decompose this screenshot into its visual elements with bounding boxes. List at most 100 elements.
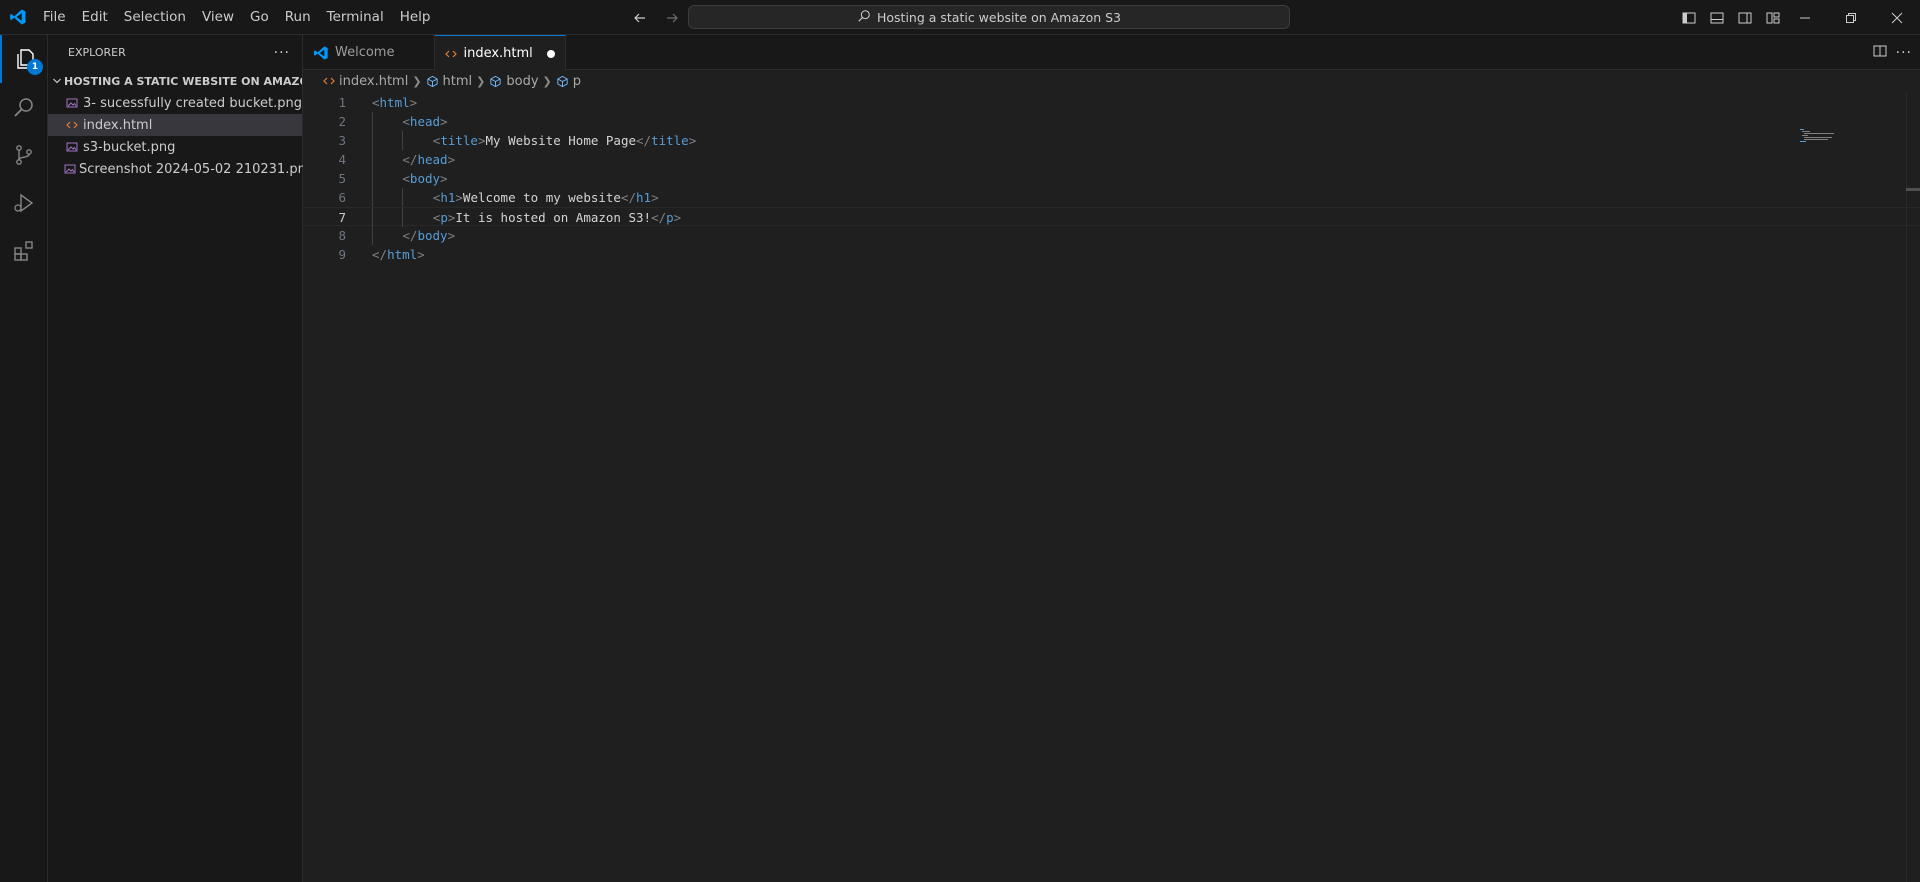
menu-view[interactable]: View [194, 0, 242, 35]
breadcrumb-item[interactable]: html [426, 74, 472, 89]
file-item-index-html[interactable]: index.html [48, 114, 302, 136]
code-editor[interactable]: 1 <html> 2 <head> 3 <title>My Website Home Pa… [303, 93, 1920, 264]
tag-name: head [409, 114, 441, 129]
file-item-screenshot[interactable]: Screenshot 2024-05-02 210231.png [48, 158, 314, 180]
close-icon[interactable] [1874, 0, 1920, 35]
code-line[interactable]: 7 <p>It is hosted on Amazon S3!</p> [303, 207, 1920, 227]
tag-name: body [417, 228, 448, 243]
tag-name: p [440, 210, 448, 225]
line-content: </head> [402, 150, 455, 169]
source-control-icon[interactable] [0, 131, 48, 179]
chevron-down-icon [52, 76, 62, 86]
extensions-icon[interactable] [0, 227, 48, 275]
file-name: index.html [83, 117, 153, 133]
menu-go[interactable]: Go [242, 0, 277, 35]
command-center[interactable]: Hosting a static website on Amazon S3 [688, 5, 1290, 29]
menu-run[interactable]: Run [277, 0, 319, 35]
indent-guide [372, 169, 373, 188]
toggle-primary-sidebar-icon[interactable] [1676, 5, 1702, 31]
vscode-logo-icon [0, 0, 35, 35]
line-content: <h1>Welcome to my website</h1> [433, 188, 659, 207]
symbol-element-icon [490, 75, 501, 87]
breadcrumb-item[interactable]: p [556, 74, 581, 89]
code-line[interactable]: 2 <head> [303, 112, 1920, 131]
code-line[interactable]: 8 </body> [303, 226, 1920, 245]
forward-arrow-icon[interactable] [660, 6, 684, 30]
tag-name: p [666, 210, 674, 225]
breadcrumb-item[interactable]: index.html [323, 74, 408, 89]
minimize-icon[interactable] [1782, 0, 1828, 35]
tag-punctuation: > [673, 210, 682, 225]
restore-icon[interactable] [1828, 0, 1874, 35]
image-file-icon [64, 139, 80, 155]
tab-index-html[interactable]: index.html [435, 35, 566, 71]
chevron-right-icon: ❯ [542, 74, 552, 88]
command-center-text: Hosting a static website on Amazon S3 [876, 9, 1121, 25]
tab-welcome[interactable]: Welcome [303, 35, 436, 70]
tag-name: html [387, 247, 418, 262]
menu-edit[interactable]: Edit [74, 0, 116, 35]
line-number: 8 [338, 228, 346, 243]
minimap[interactable] [1800, 127, 1840, 147]
toggle-secondary-sidebar-icon[interactable] [1732, 5, 1758, 31]
explorer-badge: 1 [27, 59, 43, 75]
tag-name: h1 [440, 190, 456, 205]
explorer-sidebar: EXPLORER ··· HOSTING A STATIC WEBSITE ON… [48, 35, 314, 882]
file-item-bucket-created[interactable]: 3- sucessfully created bucket.png [48, 92, 302, 114]
line-number: 7 [338, 210, 346, 225]
indent-guide [372, 150, 373, 169]
menu-file[interactable]: File [35, 0, 74, 35]
file-name: Screenshot 2024-05-02 210231.png [79, 161, 315, 177]
breadcrumb-item[interactable]: body [489, 73, 539, 89]
more-actions-icon[interactable]: ··· [1896, 45, 1912, 61]
explorer-icon[interactable]: 1 [0, 35, 48, 83]
indent-guide [372, 112, 373, 131]
vertical-scrollbar[interactable] [1906, 93, 1920, 882]
title-bar: File Edit Selection View Go Run Terminal… [0, 0, 1920, 35]
vscode-icon [313, 45, 329, 61]
breadcrumb-label: index.html [339, 73, 409, 89]
indent-guide [402, 188, 404, 207]
run-debug-icon[interactable] [0, 179, 48, 227]
navigation-arrows [628, 0, 684, 35]
code-line[interactable]: 4 </head> [303, 150, 1920, 169]
indent-guide [402, 131, 404, 150]
tab-label: index.html [463, 46, 533, 61]
unsaved-dot-icon[interactable] [546, 49, 555, 58]
code-line[interactable]: 1 <html> [303, 93, 1920, 112]
menu-help[interactable]: Help [392, 0, 439, 35]
file-item-s3-bucket[interactable]: s3-bucket.png [48, 136, 302, 158]
line-content: <p>It is hosted on Amazon S3!</p> [433, 208, 681, 227]
breadcrumb-label: body [506, 73, 539, 89]
text-content: Welcome to my website [462, 190, 621, 205]
menu-terminal[interactable]: Terminal [319, 0, 392, 35]
search-icon [857, 9, 871, 26]
code-line[interactable]: 5 <body> [303, 169, 1920, 188]
window-controls [1782, 0, 1920, 35]
tag-punctuation: </ [372, 247, 388, 262]
chevron-right-icon: ❯ [476, 74, 486, 88]
tag-name: title [440, 133, 478, 148]
line-number: 5 [338, 171, 346, 186]
tag-punctuation: > [417, 247, 425, 262]
code-line[interactable]: 9 </html> [303, 245, 1920, 264]
line-content: </body> [402, 226, 455, 245]
code-line[interactable]: 6 <h1>Welcome to my website</h1> [303, 188, 1920, 207]
back-arrow-icon[interactable] [628, 6, 652, 30]
folder-section-header[interactable]: HOSTING A STATIC WEBSITE ON AMAZON ... [48, 70, 302, 92]
line-number: 2 [338, 114, 346, 129]
tag-punctuation: </ [620, 190, 637, 205]
menu-selection[interactable]: Selection [116, 0, 194, 35]
line-number: 1 [338, 95, 346, 110]
toggle-panel-icon[interactable] [1704, 5, 1730, 31]
split-editor-icon[interactable] [1872, 43, 1888, 63]
line-content: </html> [372, 245, 425, 264]
tag-punctuation: > [455, 190, 463, 205]
tag-punctuation: < [402, 114, 410, 129]
line-number: 4 [338, 152, 346, 167]
tag-punctuation: > [688, 133, 697, 148]
more-actions-icon[interactable]: ··· [274, 45, 290, 61]
code-line[interactable]: 3 <title>My Website Home Page</title> [303, 131, 1920, 150]
sidebar-header: EXPLORER ··· [48, 35, 302, 70]
search-view-icon[interactable] [0, 83, 48, 131]
